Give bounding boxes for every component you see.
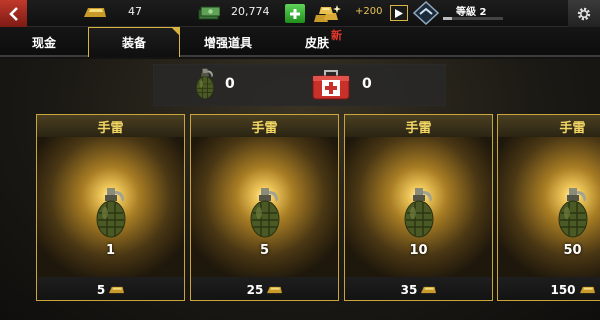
active-tab-corner: [172, 28, 179, 35]
settings-button[interactable]: [568, 0, 600, 27]
card-title: 手雷: [498, 115, 600, 137]
gold-amount: 47: [128, 5, 142, 18]
gold-bar-icon: [267, 286, 282, 294]
tab-boosts[interactable]: 增强道具: [182, 27, 274, 57]
card-art: 1: [37, 137, 184, 277]
card-art: 50: [498, 137, 600, 277]
card-quantity: 5: [259, 243, 270, 258]
grenade-inventory-count: 0: [225, 76, 235, 92]
level-progress-bar: [443, 17, 503, 20]
card-art: 5: [191, 137, 338, 277]
grenade-icon: [93, 187, 129, 239]
category-tabs: 现金 装备 增强道具 皮肤: [0, 27, 600, 57]
card-price: 25: [246, 282, 264, 297]
back-button[interactable]: [0, 0, 27, 27]
card-art: 10: [345, 137, 492, 277]
medkit-inventory-count: 0: [362, 76, 372, 92]
top-bar: 47 20,774 +200 等級 2: [0, 0, 600, 27]
tab-skins[interactable]: 皮肤: [276, 27, 358, 57]
card-price-button[interactable]: 35: [345, 277, 492, 300]
gear-icon: [577, 7, 591, 20]
rank-badge-icon: [413, 1, 439, 25]
medkit-icon: [312, 70, 350, 100]
card-price: 5: [96, 282, 106, 297]
grenade-icon: [401, 187, 437, 239]
shop-card[interactable]: 手雷 5 25: [190, 114, 339, 301]
grenade-icon: [247, 187, 283, 239]
watch-video-button[interactable]: [390, 5, 408, 21]
shop-card[interactable]: 手雷 50 150: [497, 114, 600, 301]
card-quantity: 50: [563, 243, 582, 258]
gold-bar-icon: [109, 286, 124, 294]
level-progress-fill: [443, 17, 452, 20]
card-price: 35: [400, 282, 418, 297]
card-price: 150: [550, 282, 576, 297]
card-price-button[interactable]: 150: [498, 277, 600, 300]
card-quantity: 10: [409, 243, 428, 258]
level-label: 等級 2: [456, 7, 487, 18]
add-currency-button[interactable]: [285, 4, 305, 23]
card-title: 手雷: [345, 115, 492, 137]
card-price-button[interactable]: 5: [37, 277, 184, 300]
tab-cash[interactable]: 现金: [8, 27, 80, 57]
cash-stack-icon: [198, 6, 220, 20]
gold-bar-icon: [421, 286, 436, 294]
tab-equipment[interactable]: 装备: [88, 27, 180, 57]
tab-equipment-label: 装备: [121, 36, 146, 50]
card-title: 手雷: [191, 115, 338, 137]
cash-amount: 20,774: [231, 5, 270, 18]
card-quantity: 1: [105, 243, 116, 258]
new-badge: 新: [331, 29, 342, 42]
plus-icon: [290, 8, 300, 19]
play-icon: [395, 8, 403, 18]
card-price-button[interactable]: 25: [191, 277, 338, 300]
shop-card[interactable]: 手雷 1 5: [36, 114, 185, 301]
grenade-icon: [194, 68, 216, 100]
shop-card[interactable]: 手雷 10 35: [344, 114, 493, 301]
grenade-icon: [555, 187, 591, 239]
gold-bar-icon: [84, 7, 106, 18]
gold-bar-icon: [580, 286, 595, 294]
bonus-gold-text: +200: [355, 6, 383, 17]
card-title: 手雷: [37, 115, 184, 137]
gold-pile-icon[interactable]: [312, 3, 342, 23]
chevron-left-icon: [8, 6, 18, 21]
